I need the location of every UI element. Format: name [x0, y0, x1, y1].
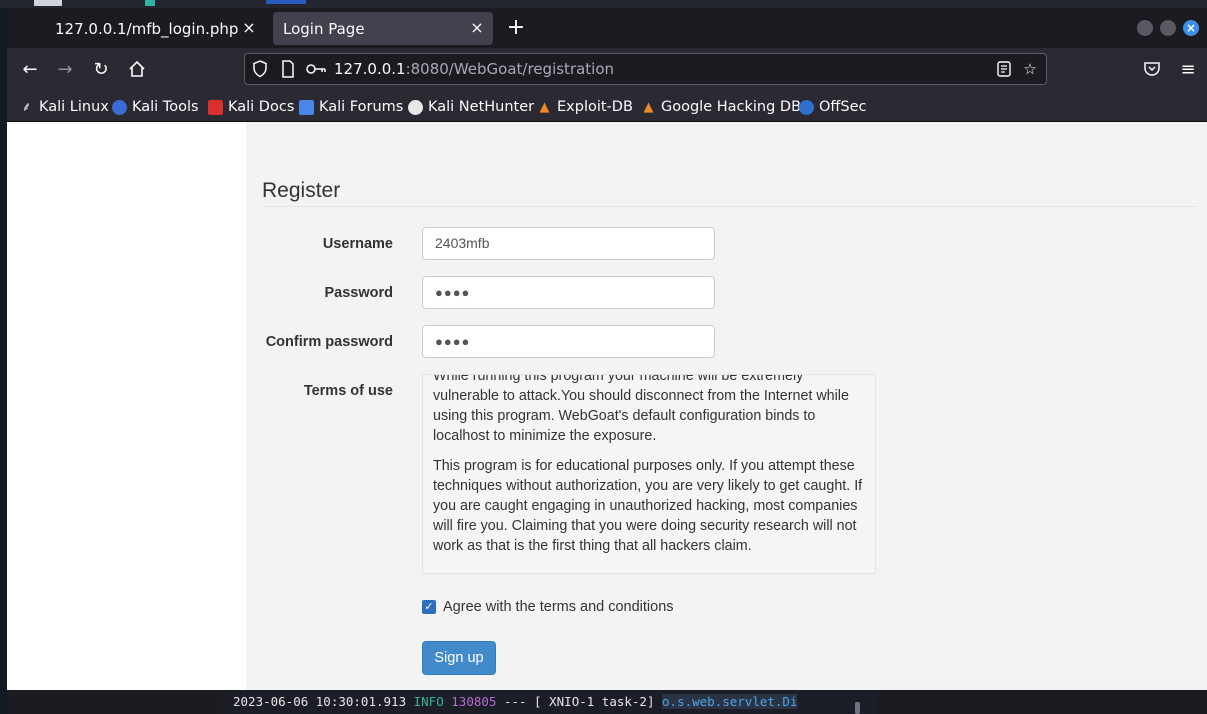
bookmark-label: Exploit-DB: [557, 99, 633, 115]
bookmark-label: OffSec: [819, 99, 867, 115]
page-title: Register: [262, 179, 341, 202]
bookmark-kali-linux[interactable]: ⸙ Kali Linux: [19, 97, 109, 117]
home-icon[interactable]: [127, 60, 147, 80]
menu-icon[interactable]: ≡: [1178, 60, 1198, 80]
minimize-button[interactable]: [1137, 20, 1153, 36]
registration-panel: Register Username 2403mfb Password ●●●● …: [246, 122, 1207, 690]
tab-login-page[interactable]: Login Page ×: [273, 12, 493, 45]
log-pid: 130805: [451, 694, 497, 709]
password-field[interactable]: ●●●●: [422, 276, 715, 309]
log-timestamp: 2023-06-06 10:30:01.913: [233, 694, 407, 709]
shield-icon[interactable]: [251, 60, 269, 78]
desktop-panel: [0, 0, 1207, 8]
bookmark-label: Kali Docs: [228, 99, 295, 115]
bookmark-exploit-db[interactable]: ▲ Exploit-DB: [537, 97, 633, 117]
close-window-button[interactable]: ×: [1183, 20, 1199, 36]
kali-forums-icon: [299, 99, 314, 115]
web-page: Register Username 2403mfb Password ●●●● …: [7, 122, 1207, 690]
maximize-button[interactable]: [1160, 20, 1176, 36]
ghdb-icon: ▲: [643, 99, 654, 115]
bookmark-star-icon[interactable]: ☆: [1021, 60, 1039, 78]
bookmark-label: Google Hacking DB: [661, 99, 802, 115]
page-icon[interactable]: [279, 60, 297, 78]
agree-label[interactable]: Agree with the terms and conditions: [443, 599, 674, 615]
kali-docs-icon: [208, 99, 223, 115]
terminal-log-line: 2023-06-06 10:30:01.913 INFO 130805 --- …: [233, 694, 798, 709]
bookmark-label: Kali Tools: [132, 99, 199, 115]
confirm-password-label: Confirm password: [265, 334, 393, 350]
bookmark-label: Kali Linux: [39, 99, 109, 115]
close-icon[interactable]: ×: [241, 20, 257, 36]
bookmark-label: Kali Forums: [319, 99, 404, 115]
bookmark-google-hacking-db[interactable]: ▲ Google Hacking DB: [641, 97, 802, 117]
agree-row: ✓ Agree with the terms and conditions: [422, 599, 674, 615]
signup-button[interactable]: Sign up: [422, 641, 496, 675]
log-level: INFO: [413, 694, 444, 709]
password-label: Password: [324, 285, 394, 301]
desktop-background: [0, 0, 7, 714]
exploit-db-icon: ▲: [539, 99, 550, 115]
url-path: :8080/WebGoat/registration: [405, 60, 615, 78]
bookmark-kali-tools[interactable]: Kali Tools: [112, 97, 199, 117]
kali-dragon-icon: ⸙: [21, 99, 32, 115]
log-thread: XNIO-1 task-2]: [549, 694, 655, 709]
desktop-panel-item: [266, 0, 306, 4]
reader-view-icon[interactable]: [995, 60, 1013, 78]
bookmarks-toolbar: ⸙ Kali Linux Kali Tools Kali Docs Kali Fo…: [7, 92, 1207, 122]
bookmark-kali-forums[interactable]: Kali Forums: [299, 97, 403, 117]
bookmark-kali-nethunter[interactable]: Kali NetHunter: [408, 97, 534, 117]
navigation-toolbar: ← → ↻ 127.0.0.1:8080/WebGoat/registratio…: [7, 48, 1207, 92]
agree-checkbox[interactable]: ✓: [422, 600, 436, 614]
back-arrow-icon[interactable]: ←: [20, 60, 40, 80]
terms-box[interactable]: While running this program your machine …: [422, 374, 876, 574]
username-label: Username: [322, 236, 393, 252]
log-logger: o.s.web.servlet.Di: [662, 694, 798, 709]
tab-label: Login Page: [283, 19, 365, 38]
pocket-icon[interactable]: [1142, 60, 1162, 80]
tab-bar: 127.0.0.1/mfb_login.php × Login Page × +…: [7, 8, 1207, 48]
bookmark-label: Kali NetHunter: [428, 99, 535, 115]
kali-tools-icon: [112, 99, 127, 115]
close-icon[interactable]: ×: [469, 20, 485, 36]
page-sidebar: [7, 122, 246, 690]
reload-icon[interactable]: ↻: [91, 60, 111, 80]
terms-paragraph: This program is for educational purposes…: [433, 458, 863, 554]
log-separator: --- [: [503, 694, 542, 709]
confirm-password-field[interactable]: ●●●●: [422, 325, 715, 358]
new-tab-button[interactable]: +: [505, 17, 527, 39]
desktop-panel-item: [34, 0, 62, 6]
forward-arrow-icon[interactable]: →: [55, 60, 75, 80]
bookmark-offsec[interactable]: OffSec: [799, 97, 867, 117]
tab-mfb-login[interactable]: 127.0.0.1/mfb_login.php ×: [45, 12, 265, 45]
title-divider: [262, 206, 1197, 207]
terminal-scrollbar[interactable]: [855, 702, 860, 714]
offsec-icon: [799, 99, 814, 115]
key-icon[interactable]: [305, 60, 327, 78]
username-field[interactable]: 2403mfb: [422, 227, 715, 260]
url-host: 127.0.0.1: [334, 60, 406, 78]
url-bar[interactable]: 127.0.0.1:8080/WebGoat/registration ☆: [244, 53, 1047, 85]
bookmark-kali-docs[interactable]: Kali Docs: [208, 97, 294, 117]
tab-label: 127.0.0.1/mfb_login.php: [55, 19, 239, 38]
terms-paragraph: While running this program your machine …: [433, 374, 849, 444]
terms-label: Terms of use: [303, 383, 393, 399]
url-text[interactable]: 127.0.0.1:8080/WebGoat/registration: [334, 60, 614, 78]
terminal-window: 2023-06-06 10:30:01.913 INFO 130805 --- …: [222, 690, 877, 714]
desktop-panel-item: [145, 0, 155, 6]
nethunter-icon: [408, 99, 423, 115]
